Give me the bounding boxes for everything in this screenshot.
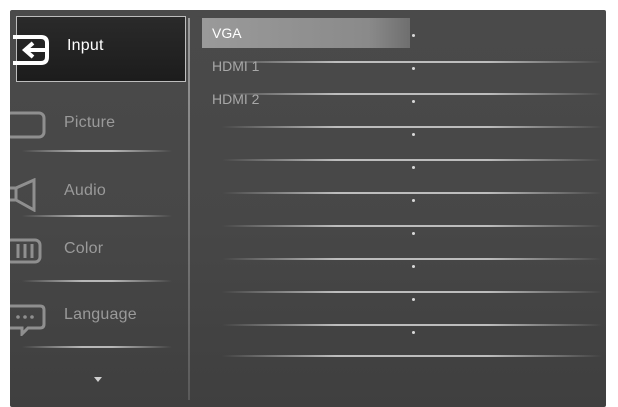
menu-item-input[interactable]: Input bbox=[13, 16, 186, 82]
menu-divider bbox=[22, 346, 172, 348]
bullet-dot-icon bbox=[412, 34, 415, 37]
submenu-item-empty[interactable] bbox=[202, 249, 600, 281]
bullet-dot-icon bbox=[412, 133, 415, 136]
submenu-divider bbox=[222, 355, 602, 357]
language-icon bbox=[10, 302, 50, 336]
menu-item-label: Language bbox=[64, 306, 137, 323]
submenu-item-hdmi-2[interactable]: HDMI 2 bbox=[202, 84, 600, 116]
menu-item-color[interactable]: Color bbox=[10, 218, 188, 282]
menu-item-label: Picture bbox=[64, 114, 116, 131]
submenu-item-label: VGA bbox=[212, 25, 242, 41]
menu-item-language[interactable]: Language bbox=[10, 284, 188, 348]
bullet-dot-icon bbox=[412, 67, 415, 70]
submenu-item-empty[interactable] bbox=[202, 150, 600, 182]
submenu-item-empty[interactable] bbox=[202, 117, 600, 149]
color-icon bbox=[10, 236, 50, 266]
osd-menu-panel: Input Picture Audio Color Language VGA H… bbox=[10, 10, 606, 407]
submenu-item-empty[interactable] bbox=[202, 216, 600, 248]
picture-icon bbox=[10, 110, 50, 140]
bullet-dot-icon bbox=[412, 166, 415, 169]
bullet-dot-icon bbox=[412, 100, 415, 103]
submenu-item-label: HDMI 1 bbox=[212, 58, 260, 74]
submenu-item-empty[interactable] bbox=[202, 282, 600, 314]
bullet-dot-icon bbox=[412, 298, 415, 301]
bullet-dot-icon bbox=[412, 199, 415, 202]
submenu-item-empty[interactable] bbox=[202, 315, 600, 347]
menu-item-label: Color bbox=[64, 240, 104, 257]
submenu-item-vga[interactable]: VGA bbox=[202, 18, 600, 50]
menu-item-picture[interactable]: Picture bbox=[10, 92, 188, 156]
chevron-down-icon[interactable] bbox=[94, 377, 102, 382]
bullet-dot-icon bbox=[412, 265, 415, 268]
submenu-item-empty[interactable] bbox=[202, 183, 600, 215]
menu-divider bbox=[22, 150, 172, 152]
bullet-dot-icon bbox=[412, 232, 415, 235]
submenu-item-hdmi-1[interactable]: HDMI 1 bbox=[202, 51, 600, 83]
audio-icon bbox=[10, 178, 50, 212]
input-icon bbox=[11, 33, 51, 65]
submenu-item-label: HDMI 2 bbox=[212, 91, 260, 107]
menu-item-label: Audio bbox=[64, 182, 106, 199]
menu-divider bbox=[22, 280, 172, 282]
menu-divider bbox=[22, 215, 172, 217]
input-source-list: VGA HDMI 1 HDMI 2 bbox=[202, 18, 602, 358]
main-menu: Input Picture Audio Color Language bbox=[10, 10, 188, 407]
menu-item-label: Input bbox=[67, 37, 104, 54]
bullet-dot-icon bbox=[412, 331, 415, 334]
pane-divider bbox=[188, 18, 190, 400]
